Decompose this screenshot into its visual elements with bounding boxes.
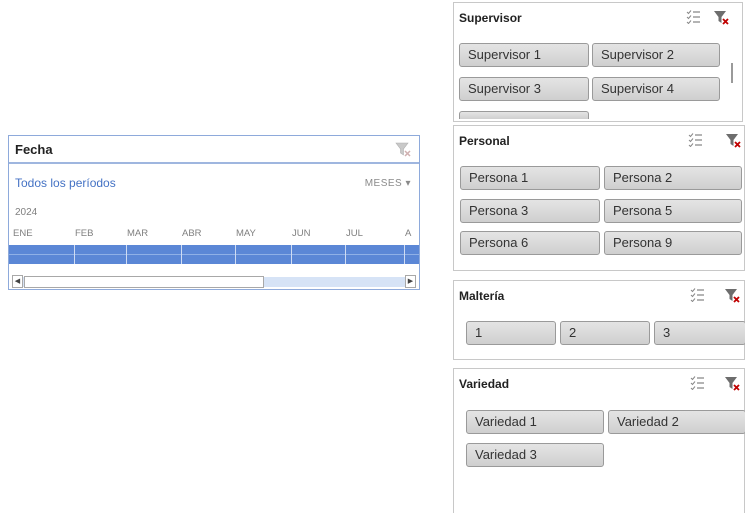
- timeline-level-dropdown[interactable]: MESES ▾: [365, 178, 411, 189]
- slicer-title: Personal: [459, 134, 510, 148]
- timeline-scrollbar[interactable]: ◀ ▶: [12, 274, 416, 288]
- multi-select-icon[interactable]: [690, 287, 705, 302]
- slicer-title: Supervisor: [459, 11, 522, 25]
- scroll-left-arrow-icon[interactable]: ◀: [12, 275, 23, 288]
- slicer-item-persona-1[interactable]: Persona 1: [460, 166, 600, 190]
- timeline-period-bar[interactable]: [9, 245, 419, 264]
- slicer-header: Supervisor: [454, 3, 742, 29]
- timeline-scroll-thumb[interactable]: [24, 276, 264, 288]
- slicer-item-variedad-3[interactable]: Variedad 3: [466, 443, 604, 467]
- slicer-personal: Personal Persona 1 Persona 2 Persona 3 P…: [453, 125, 745, 271]
- slicer-item-persona-9[interactable]: Persona 9: [604, 231, 742, 255]
- clear-filter-icon[interactable]: [395, 141, 411, 157]
- slicer-item-variedad-2[interactable]: Variedad 2: [608, 410, 745, 434]
- slicer-item-persona-2[interactable]: Persona 2: [604, 166, 742, 190]
- timeline-period-abr[interactable]: [182, 245, 236, 264]
- timeline-period-ene[interactable]: [9, 245, 75, 264]
- slicer-item-persona-5[interactable]: Persona 5: [604, 199, 742, 223]
- timeline-period-jul[interactable]: [346, 245, 405, 264]
- timeline-month: FEB: [75, 228, 94, 239]
- slicer-item-variedad-1[interactable]: Variedad 1: [466, 410, 604, 434]
- timeline-year-label: 2024: [15, 207, 38, 218]
- slicer-item-partial[interactable]: [459, 111, 589, 119]
- timeline-all-periods-label: Todos los períodos: [15, 176, 116, 190]
- clear-filter-icon[interactable]: [724, 287, 740, 303]
- timeline-month: JUL: [346, 228, 363, 239]
- slicer-header: Personal: [454, 126, 744, 152]
- slicer-item-supervisor-4[interactable]: Supervisor 4: [592, 77, 720, 101]
- slicer-scrollbar[interactable]: [731, 63, 733, 83]
- timeline-month: JUN: [292, 228, 311, 239]
- slicer-title: Maltería: [459, 289, 505, 303]
- slicer-header: Variedad: [454, 369, 744, 395]
- clear-filter-icon[interactable]: [725, 132, 741, 148]
- timeline-fecha: Fecha Todos los períodos MESES ▾ 2024 EN…: [8, 135, 420, 290]
- slicer-item-supervisor-3[interactable]: Supervisor 3: [459, 77, 589, 101]
- timeline-period-jun[interactable]: [292, 245, 346, 264]
- multi-select-icon[interactable]: [688, 132, 703, 147]
- slicer-item-supervisor-1[interactable]: Supervisor 1: [459, 43, 589, 67]
- slicer-title: Variedad: [459, 377, 510, 391]
- slicer-supervisor: Supervisor Supervisor 1 Supervisor 2 Sup…: [453, 2, 743, 122]
- timeline-month: ABR: [182, 228, 202, 239]
- slicer-header: Maltería: [454, 281, 744, 307]
- timeline-month: A: [405, 228, 412, 239]
- slicer-item-supervisor-2[interactable]: Supervisor 2: [592, 43, 720, 67]
- timeline-month-labels: ENE FEB MAR ABR MAY JUN JUL A: [9, 228, 419, 242]
- slicer-item-malteria-3[interactable]: 3: [654, 321, 745, 345]
- timeline-month: MAR: [127, 228, 149, 239]
- clear-filter-icon[interactable]: [724, 375, 740, 391]
- timeline-header: Fecha: [9, 136, 419, 164]
- timeline-month: MAY: [236, 228, 256, 239]
- multi-select-icon[interactable]: [690, 375, 705, 390]
- slicer-malteria: Maltería 1 2 3: [453, 280, 745, 360]
- scroll-right-arrow-icon[interactable]: ▶: [405, 275, 416, 288]
- multi-select-icon[interactable]: [686, 9, 701, 24]
- slicer-item-malteria-1[interactable]: 1: [466, 321, 556, 345]
- timeline-month: ENE: [13, 228, 33, 239]
- slicer-item-malteria-2[interactable]: 2: [560, 321, 650, 345]
- slicer-item-persona-6[interactable]: Persona 6: [460, 231, 600, 255]
- slicer-variedad: Variedad Variedad 1 Variedad 2 Variedad …: [453, 368, 745, 513]
- timeline-period-may[interactable]: [236, 245, 292, 264]
- timeline-title: Fecha: [15, 142, 53, 157]
- clear-filter-icon[interactable]: [713, 9, 729, 25]
- timeline-period-feb[interactable]: [75, 245, 127, 264]
- slicer-item-persona-3[interactable]: Persona 3: [460, 199, 600, 223]
- timeline-period-mar[interactable]: [127, 245, 182, 264]
